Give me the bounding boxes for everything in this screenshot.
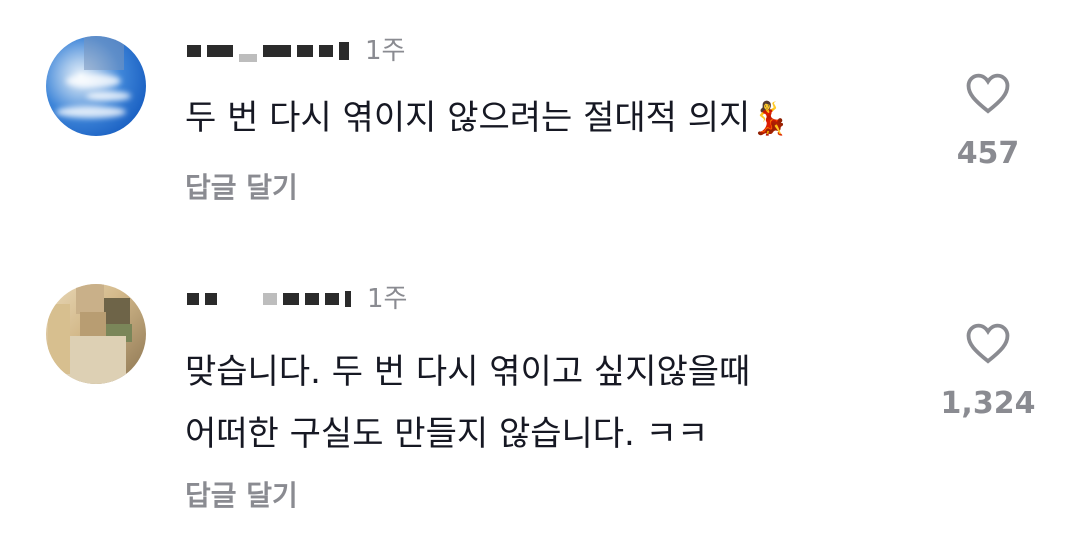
reply-button[interactable]: 답글 달기	[185, 166, 298, 206]
username-redacted[interactable]: 1주	[187, 286, 407, 312]
like-count: 457	[956, 136, 1020, 171]
comment-text-body: 두 번 다시 엮이지 않으려는 절대적 의지	[185, 98, 751, 138]
heart-outline-icon[interactable]	[965, 72, 1011, 114]
comment-timestamp: 1주	[365, 36, 406, 66]
comment-text-line2: 어떠한 구실도 만들지 않습니다. ㅋㅋ	[185, 414, 709, 454]
comment-timestamp: 1주	[367, 284, 408, 314]
comment-text-line1: 맞습니다. 두 번 다시 엮이고 싶지않을때	[185, 352, 751, 392]
dancer-emoji: 💃	[750, 99, 791, 137]
reply-button[interactable]: 답글 달기	[185, 474, 298, 514]
avatar[interactable]	[46, 284, 146, 384]
comment-list: 1주 두 번 다시 엮이지 않으려는 절대적 의지💃 답글 달기 457 1주 …	[0, 0, 1078, 552]
like-button[interactable]: 1,324	[928, 322, 1048, 421]
heart-outline-icon[interactable]	[965, 322, 1011, 364]
comment-item: 1주 맞습니다. 두 번 다시 엮이고 싶지않을때 어떠한 구실도 만들지 않습…	[0, 278, 1078, 528]
comment-item: 1주 두 번 다시 엮이지 않으려는 절대적 의지💃 답글 달기 457	[0, 30, 1078, 240]
avatar[interactable]	[46, 36, 146, 136]
username-redacted[interactable]: 1주	[187, 38, 405, 64]
comment-text: 두 번 다시 엮이지 않으려는 절대적 의지💃	[185, 92, 790, 144]
like-button[interactable]: 457	[928, 72, 1048, 171]
like-count: 1,324	[940, 386, 1036, 421]
